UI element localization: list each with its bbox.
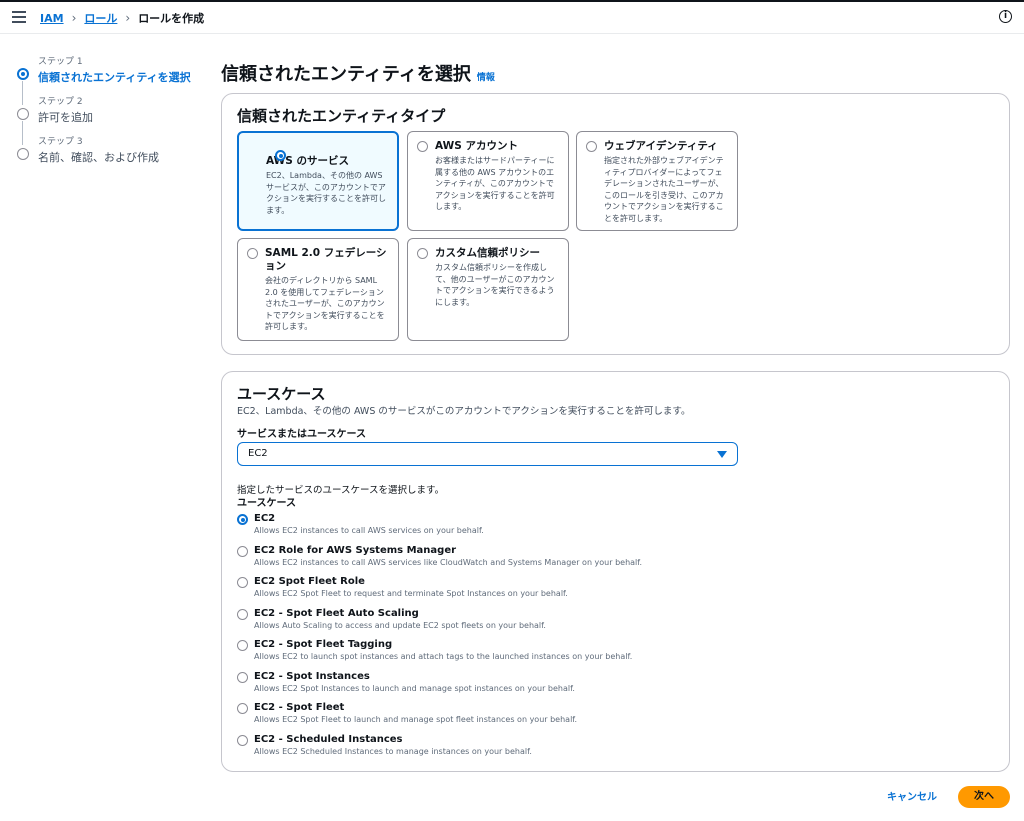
chevron-right-icon: › — [125, 11, 131, 25]
trusted-entity-panel: 信頼されたエンティティタイプ AWS のサービス EC2、Lambda、その他の… — [221, 93, 1010, 355]
use-case-list-header: ユースケース — [237, 498, 296, 509]
radio-icon[interactable] — [237, 577, 248, 588]
top-bar: IAM › ロール › ロールを作成 i — [0, 0, 1024, 34]
use-case-title: EC2 - Spot Fleet Auto Scaling — [254, 607, 419, 619]
step-label: 名前、確認、および作成 — [38, 151, 159, 164]
use-case-title: EC2 - Spot Instances — [254, 670, 370, 682]
radio-icon[interactable] — [417, 141, 428, 152]
use-case-panel: ユースケース EC2、Lambda、その他の AWS のサービスがこのアカウント… — [221, 371, 1010, 772]
radio-icon[interactable] — [237, 608, 248, 620]
radio-icon[interactable] — [237, 734, 248, 746]
step-3: ステップ 3 名前、確認、および作成 — [17, 134, 207, 174]
use-case-item[interactable]: EC2 - Spot Instances Allows EC2 Spot Ins… — [237, 670, 937, 702]
step-number: ステップ 2 — [38, 97, 83, 107]
radio-icon[interactable] — [586, 141, 597, 152]
tile-desc: EC2、Lambda、その他の AWS サービスが、このアカウントでアクションを… — [266, 171, 386, 215]
use-case-desc: Allows EC2 instances to call AWS service… — [254, 526, 484, 535]
use-case-title: EC2 - Scheduled Instances — [254, 733, 403, 745]
chevron-right-icon: › — [71, 11, 77, 25]
use-case-title: EC2 - Spot Fleet — [254, 702, 345, 713]
use-case-desc: Allows Auto Scaling to access and update… — [254, 620, 546, 630]
wizard-steps: ステップ 1 信頼されたエンティティを選択 ステップ 2 許可を追加 ステップ … — [17, 54, 207, 174]
service-select[interactable]: EC2 — [237, 442, 738, 466]
step-1: ステップ 1 信頼されたエンティティを選択 — [17, 54, 207, 105]
use-case-title: EC2 Role for AWS Systems Manager — [254, 544, 457, 556]
use-case-title: EC2 — [254, 513, 276, 524]
tile-aws-account[interactable]: AWS アカウント お客様またはサードパーティーに属する他の AWS アカウント… — [407, 131, 569, 231]
use-case-desc: Allows EC2 instances to call AWS service… — [254, 557, 643, 567]
use-case-title: EC2 Spot Fleet Role — [254, 576, 365, 587]
tile-saml[interactable]: SAML 2.0 フェデレーション 会社のディレクトリから SAML 2.0 を… — [237, 238, 399, 341]
step-active-icon — [17, 68, 29, 80]
step-number: ステップ 3 — [38, 137, 83, 147]
tile-title: AWS アカウント — [435, 140, 518, 152]
use-case-desc: Allows EC2 Spot Fleet to launch and mana… — [254, 715, 578, 724]
cancel-button[interactable]: キャンセル — [879, 788, 945, 808]
use-case-item[interactable]: EC2 - Spot Fleet Allows EC2 Spot Fleet t… — [237, 701, 937, 733]
radio-icon[interactable] — [237, 545, 248, 557]
tile-title: ウェブアイデンティティ — [604, 140, 718, 152]
radio-icon[interactable] — [237, 671, 248, 683]
panel-title: ユースケース — [237, 385, 326, 403]
use-case-item[interactable]: EC2 Spot Fleet Role Allows EC2 Spot Flee… — [237, 575, 937, 607]
info-icon[interactable]: i — [999, 10, 1012, 23]
page-title: 信頼されたエンティティを選択 — [221, 64, 471, 85]
step-label: 信頼されたエンティティを選択 — [38, 71, 191, 84]
step-label: 許可を追加 — [38, 111, 93, 124]
menu-icon[interactable] — [12, 11, 26, 23]
next-button[interactable]: 次へ — [958, 786, 1010, 808]
tile-title: SAML 2.0 フェデレーション — [265, 247, 387, 272]
use-case-title: EC2 - Spot Fleet Tagging — [254, 639, 393, 650]
radio-checked-icon[interactable] — [275, 150, 286, 161]
radio-checked-icon[interactable] — [237, 514, 248, 525]
select-value: EC2 — [248, 448, 268, 459]
tile-custom-trust-policy[interactable]: カスタム信頼ポリシー カスタム信頼ポリシーを作成して、他のユーザーがこのアカウン… — [407, 238, 569, 341]
info-link[interactable]: 情報 — [477, 70, 495, 83]
use-case-list: EC2 Allows EC2 instances to call AWS ser… — [237, 512, 937, 764]
page-header: 信頼されたエンティティを選択 情報 — [221, 60, 495, 86]
step-inactive-icon — [17, 148, 29, 160]
tile-desc: 会社のディレクトリから SAML 2.0 を使用してフェデレーションされたユーザ… — [265, 276, 385, 331]
use-case-desc: Allows EC2 Spot Instances to launch and … — [254, 683, 575, 693]
field-label: サービスまたはユースケース — [237, 429, 366, 440]
breadcrumb: IAM › ロール › ロールを作成 — [40, 10, 204, 26]
tile-aws-service[interactable]: AWS のサービス EC2、Lambda、その他の AWS サービスが、このアカ… — [237, 131, 399, 231]
use-case-item[interactable]: EC2 - Spot Fleet Auto Scaling Allows Aut… — [237, 607, 937, 639]
use-case-item[interactable]: EC2 Role for AWS Systems Manager Allows … — [237, 544, 937, 576]
radio-icon[interactable] — [417, 248, 428, 259]
use-case-item[interactable]: EC2 Allows EC2 instances to call AWS ser… — [237, 512, 937, 544]
step-number: ステップ 1 — [38, 57, 83, 67]
step-inactive-icon — [17, 108, 29, 120]
radio-icon[interactable] — [237, 703, 248, 714]
radio-icon[interactable] — [237, 640, 248, 651]
use-case-desc: Allows EC2 Spot Fleet to request and ter… — [254, 589, 568, 598]
tile-web-identity[interactable]: ウェブアイデンティティ 指定された外部ウェブアイデンティティプロバイダーによって… — [576, 131, 738, 231]
caret-down-icon — [717, 451, 727, 458]
breadcrumb-iam[interactable]: IAM — [40, 12, 64, 25]
panel-description: EC2、Lambda、その他の AWS のサービスがこのアカウントでアクションを… — [237, 406, 691, 417]
use-case-desc: Allows EC2 to launch spot instances and … — [254, 652, 633, 661]
panel-title: 信頼されたエンティティタイプ — [237, 107, 446, 125]
breadcrumb-roles[interactable]: ロール — [84, 10, 117, 26]
tile-title: カスタム信頼ポリシー — [435, 247, 540, 259]
use-case-item[interactable]: EC2 - Spot Fleet Tagging Allows EC2 to l… — [237, 638, 937, 670]
radio-icon[interactable] — [247, 248, 258, 259]
use-case-desc: Allows EC2 Scheduled Instances to manage… — [254, 746, 532, 756]
tile-desc: お客様またはサードパーティーに属する他の AWS アカウントのエンティティが、こ… — [435, 156, 555, 211]
tile-desc: 指定された外部ウェブアイデンティティプロバイダーによってフェデレーションされたユ… — [604, 156, 724, 223]
tile-desc: カスタム信頼ポリシーを作成して、他のユーザーがこのアカウントでアクションを実行で… — [435, 263, 555, 307]
step-2: ステップ 2 許可を追加 — [17, 94, 207, 145]
use-case-item[interactable]: EC2 - Scheduled Instances Allows EC2 Sch… — [237, 733, 937, 765]
breadcrumb-current: ロールを作成 — [138, 12, 205, 25]
